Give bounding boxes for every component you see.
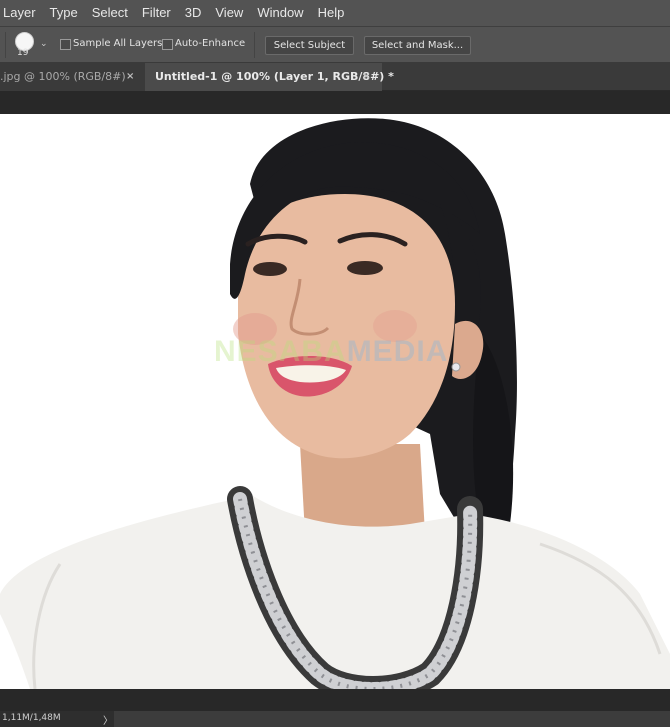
watermark-part-2: MEDIA <box>346 335 449 368</box>
menu-3d[interactable]: 3D <box>178 0 209 26</box>
menu-filter[interactable]: Filter <box>135 0 178 26</box>
workspace-strip <box>0 91 670 114</box>
menu-bar: Layer Type Select Filter 3D View Window … <box>0 0 670 26</box>
watermark-part-1: NESABA <box>214 335 347 368</box>
menu-help[interactable]: Help <box>311 0 352 26</box>
close-icon[interactable]: × <box>362 63 370 90</box>
document-tab-bar: .jpg @ 100% (RGB/8#) × Untitled-1 @ 100%… <box>0 63 670 91</box>
menu-view[interactable]: View <box>208 0 250 26</box>
menu-window[interactable]: Window <box>250 0 310 26</box>
select-and-mask-button[interactable]: Select and Mask... <box>364 36 471 55</box>
portrait-image <box>0 118 670 689</box>
chevron-down-icon[interactable]: ⌄ <box>40 39 48 49</box>
options-separator <box>254 32 255 58</box>
auto-enhance-checkbox[interactable] <box>162 39 173 50</box>
close-icon[interactable]: × <box>126 63 134 90</box>
options-bar: 19 ⌄ Sample All Layers Auto-Enhance Sele… <box>0 26 670 63</box>
doc-size-field[interactable]: 1,11M/1,48M 〉 <box>0 711 114 727</box>
sample-all-layers-label: Sample All Layers <box>73 38 163 49</box>
menu-select[interactable]: Select <box>85 0 135 26</box>
chevron-right-icon[interactable]: 〉 <box>103 712 113 727</box>
workspace-bottom <box>0 689 670 711</box>
doc-size-value: 1,11M/1,48M <box>2 713 61 723</box>
auto-enhance-label: Auto-Enhance <box>175 38 246 49</box>
options-separator <box>5 32 6 58</box>
tab-untitled-1[interactable]: Untitled-1 @ 100% (Layer 1, RGB/8#) * × <box>145 63 394 91</box>
brush-size-value: 19 <box>17 48 29 58</box>
tab-label: .jpg @ 100% (RGB/8#) <box>0 70 126 83</box>
watermark: NESABAMEDIA <box>214 335 448 369</box>
select-subject-button[interactable]: Select Subject <box>265 36 354 55</box>
menu-layer[interactable]: Layer <box>0 0 43 26</box>
menu-type[interactable]: Type <box>43 0 85 26</box>
document-canvas[interactable]: NESABAMEDIA <box>0 114 670 689</box>
status-bar: 1,11M/1,48M 〉 <box>0 711 670 727</box>
sample-all-layers-checkbox[interactable] <box>60 39 71 50</box>
tab-jpg-document[interactable]: .jpg @ 100% (RGB/8#) × <box>0 63 145 91</box>
tab-label: Untitled-1 @ 100% (Layer 1, RGB/8#) * <box>155 70 394 83</box>
